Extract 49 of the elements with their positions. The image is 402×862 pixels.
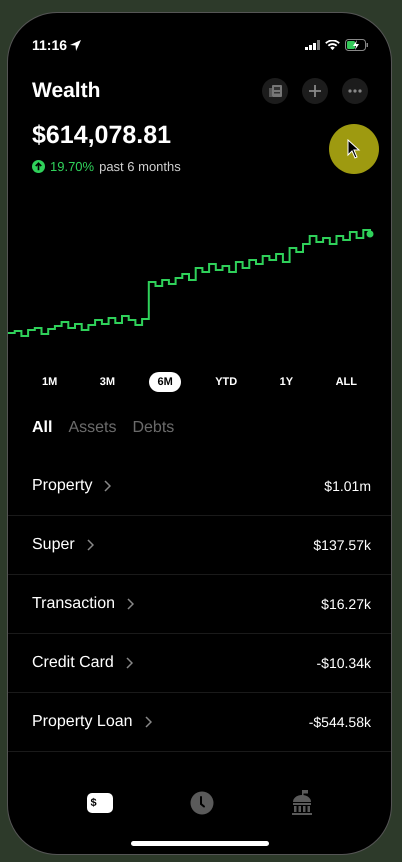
period-tab[interactable]: 1Y [272,372,302,392]
total-balance: $614,078.81 [32,120,172,150]
filter-tab[interactable]: All [32,416,52,440]
account-value: -$10.34k [316,654,371,672]
ellipsis-icon [348,88,362,93]
period-tab[interactable]: ALL [328,372,365,392]
chevron-right-icon [144,716,152,728]
account-row[interactable]: Credit Card -$10.34k [8,634,391,693]
wifi-icon [325,40,340,50]
bank-icon[interactable] [290,790,312,816]
filter-tab[interactable]: Debts [132,416,174,440]
battery-charging-icon [345,39,369,51]
cursor-icon [347,139,361,159]
signal-icon [305,40,320,50]
filter-tab[interactable]: Assets [68,416,116,440]
chevron-right-icon [127,598,134,610]
account-name: Super [32,535,75,555]
account-value: -$544.58k [308,712,371,732]
account-row[interactable]: Property Loan -$544.58k [8,693,391,752]
status-time: 11:16 [32,36,68,54]
account-row[interactable]: Transaction $16.27k [8,575,391,634]
account-value: $1.01m [324,476,371,496]
newspaper-icon [268,84,282,97]
account-row[interactable]: Super $137.57k [8,516,391,575]
plus-icon [309,84,321,97]
up-arrow-icon [32,160,45,173]
page-title: Wealth [32,78,100,104]
change-period: past 6 months [99,158,181,176]
account-name: Property Loan [32,712,133,732]
clock-icon[interactable] [190,791,214,815]
cash-tab[interactable]: $ [86,793,112,813]
chevron-right-icon [86,539,94,551]
more-button[interactable] [342,78,368,104]
period-tab[interactable]: 6M [149,372,181,392]
account-value: $137.57k [313,536,371,554]
account-name: Transaction [32,594,115,614]
location-arrow-icon [70,40,82,50]
account-value: $16.27k [321,594,371,614]
news-button[interactable] [262,78,288,104]
change-percent: 19.70% [50,158,94,176]
chevron-right-icon [104,480,112,492]
account-name: Credit Card [32,653,114,673]
add-button[interactable] [302,78,328,104]
account-name: Property [32,476,92,496]
period-tab[interactable]: 1M [34,372,66,392]
chevron-right-icon [126,657,133,669]
period-tab[interactable]: 3M [92,372,124,392]
account-row[interactable]: Property $1.01m [8,457,391,516]
period-tab[interactable]: YTD [207,372,246,392]
